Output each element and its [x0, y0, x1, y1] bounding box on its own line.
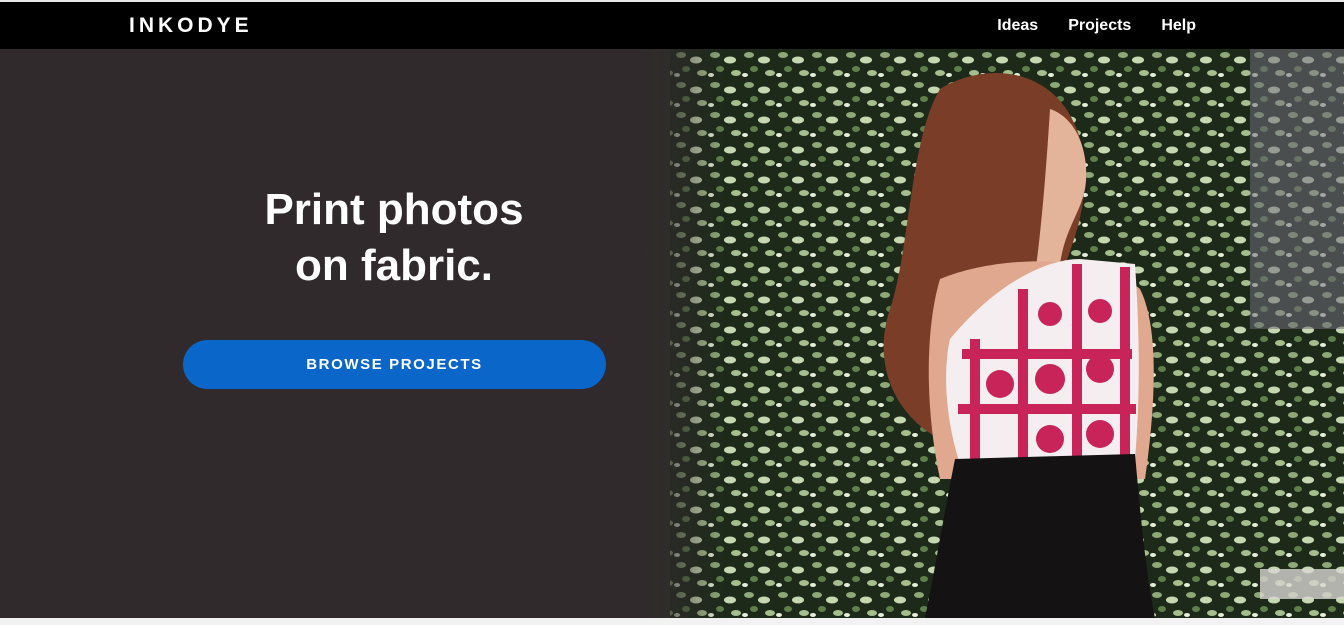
top-navigation-bar: INKODYE Ideas Projects Help	[0, 0, 1344, 49]
page-bottom-strip	[0, 618, 1344, 625]
hero-headline: Print photos on fabric.	[184, 182, 604, 294]
headline-line-2: on fabric.	[294, 241, 494, 290]
nav-link-ideas[interactable]: Ideas	[997, 17, 1038, 35]
headline-line-1: Print photos	[264, 185, 524, 234]
hero-section: Print photos on fabric. BROWSE PROJECTS	[0, 49, 1344, 618]
hero-photo	[640, 49, 1344, 618]
brand-logo[interactable]: INKODYE	[129, 14, 253, 38]
main-nav: Ideas Projects Help	[997, 17, 1196, 35]
nav-link-projects[interactable]: Projects	[1068, 17, 1131, 35]
nav-link-help[interactable]: Help	[1161, 17, 1196, 35]
browse-projects-button[interactable]: BROWSE PROJECTS	[183, 340, 606, 389]
